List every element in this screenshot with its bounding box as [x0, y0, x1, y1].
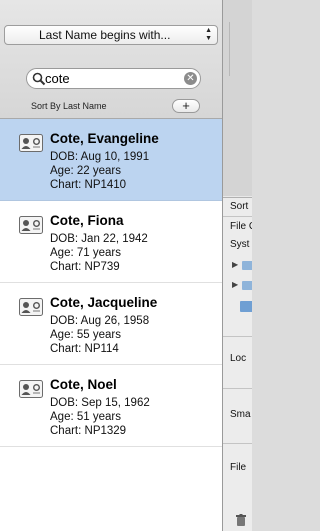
divider	[229, 22, 230, 76]
folder-icon[interactable]	[242, 261, 252, 270]
patient-chart: Chart: NP1329	[50, 425, 127, 437]
divider	[223, 388, 252, 389]
filter-header: Last Name begins with... ▲▼ ✕ Sort By La…	[0, 0, 222, 119]
disclosure-triangle-icon[interactable]: ▶	[232, 260, 238, 269]
sort-header[interactable]: Sort	[230, 201, 248, 212]
folder-icon[interactable]	[240, 301, 252, 312]
file-label: File	[230, 462, 247, 473]
contact-card-icon	[19, 216, 43, 234]
local-label: Loc	[230, 353, 247, 364]
search-input[interactable]	[45, 70, 175, 87]
folder-icon[interactable]	[242, 281, 252, 290]
patient-age: Age: 51 years	[50, 411, 121, 423]
system-label: Syst	[230, 239, 250, 250]
contact-card-icon	[19, 134, 43, 152]
filter-dropdown-label: Last Name begins with...	[39, 28, 171, 42]
patient-age: Age: 55 years	[50, 329, 121, 341]
updown-arrows-icon: ▲ ▼	[205, 27, 212, 42]
patient-dob: DOB: Aug 26, 1958	[50, 315, 150, 327]
divider	[223, 336, 252, 337]
disclosure-triangle-icon[interactable]: ▶	[232, 280, 238, 289]
patient-chart: Chart: NP114	[50, 343, 119, 355]
contact-card-icon	[19, 380, 43, 398]
trash-icon[interactable]	[236, 514, 246, 526]
patient-row[interactable]: Cote, Fiona DOB: Jan 22, 1942 Age: 71 year…	[0, 201, 222, 283]
patient-chart: Chart: NP1410	[50, 179, 127, 191]
divider	[223, 443, 252, 444]
sort-label: Sort By Last Name	[31, 101, 107, 111]
patient-name: Cote, Noel	[50, 377, 117, 392]
patient-name: Cote, Jacqueline	[50, 295, 158, 310]
patient-row[interactable]: Cote, Evangeline DOB: Aug 10, 1991 Age: 22…	[0, 119, 222, 201]
filter-dropdown[interactable]: Last Name begins with... ▲ ▼	[4, 25, 218, 45]
patient-list: Cote, Evangeline DOB: Aug 10, 1991 Age: 22…	[0, 119, 222, 447]
clear-icon[interactable]: ✕	[184, 72, 197, 85]
patient-name: Cote, Fiona	[50, 213, 124, 228]
patient-age: Age: 71 years	[50, 247, 121, 259]
patient-chart: Chart: NP739	[50, 261, 120, 273]
small-label: Sma	[230, 409, 251, 420]
patient-dob: DOB: Aug 10, 1991	[50, 151, 150, 163]
patient-panel: Last Name begins with... ▲▼ ✕ Sort By La…	[0, 0, 223, 531]
patient-dob: DOB: Sep 15, 1962	[50, 397, 150, 409]
search-icon	[32, 72, 46, 86]
patient-name: Cote, Evangeline	[50, 131, 159, 146]
right-pane-panel: Sort File C Syst ▶ ▶ Loc Sma File	[223, 197, 252, 531]
file-header[interactable]: File C	[230, 221, 252, 232]
divider	[223, 216, 252, 217]
patient-row[interactable]: Cote, Noel DOB: Sep 15, 1962 Age: 51 years…	[0, 365, 222, 447]
patient-dob: DOB: Jan 22, 1942	[50, 233, 148, 245]
right-pane-top	[223, 0, 252, 196]
add-patient-button[interactable]: +	[172, 99, 200, 113]
contact-card-icon	[19, 298, 43, 316]
patient-row[interactable]: Cote, Jacqueline DOB: Aug 26, 1958 Age: 55…	[0, 283, 222, 365]
search-field[interactable]: ✕	[26, 68, 201, 89]
patient-age: Age: 22 years	[50, 165, 121, 177]
right-pane: Sort File C Syst ▶ ▶ Loc Sma File	[223, 0, 252, 531]
